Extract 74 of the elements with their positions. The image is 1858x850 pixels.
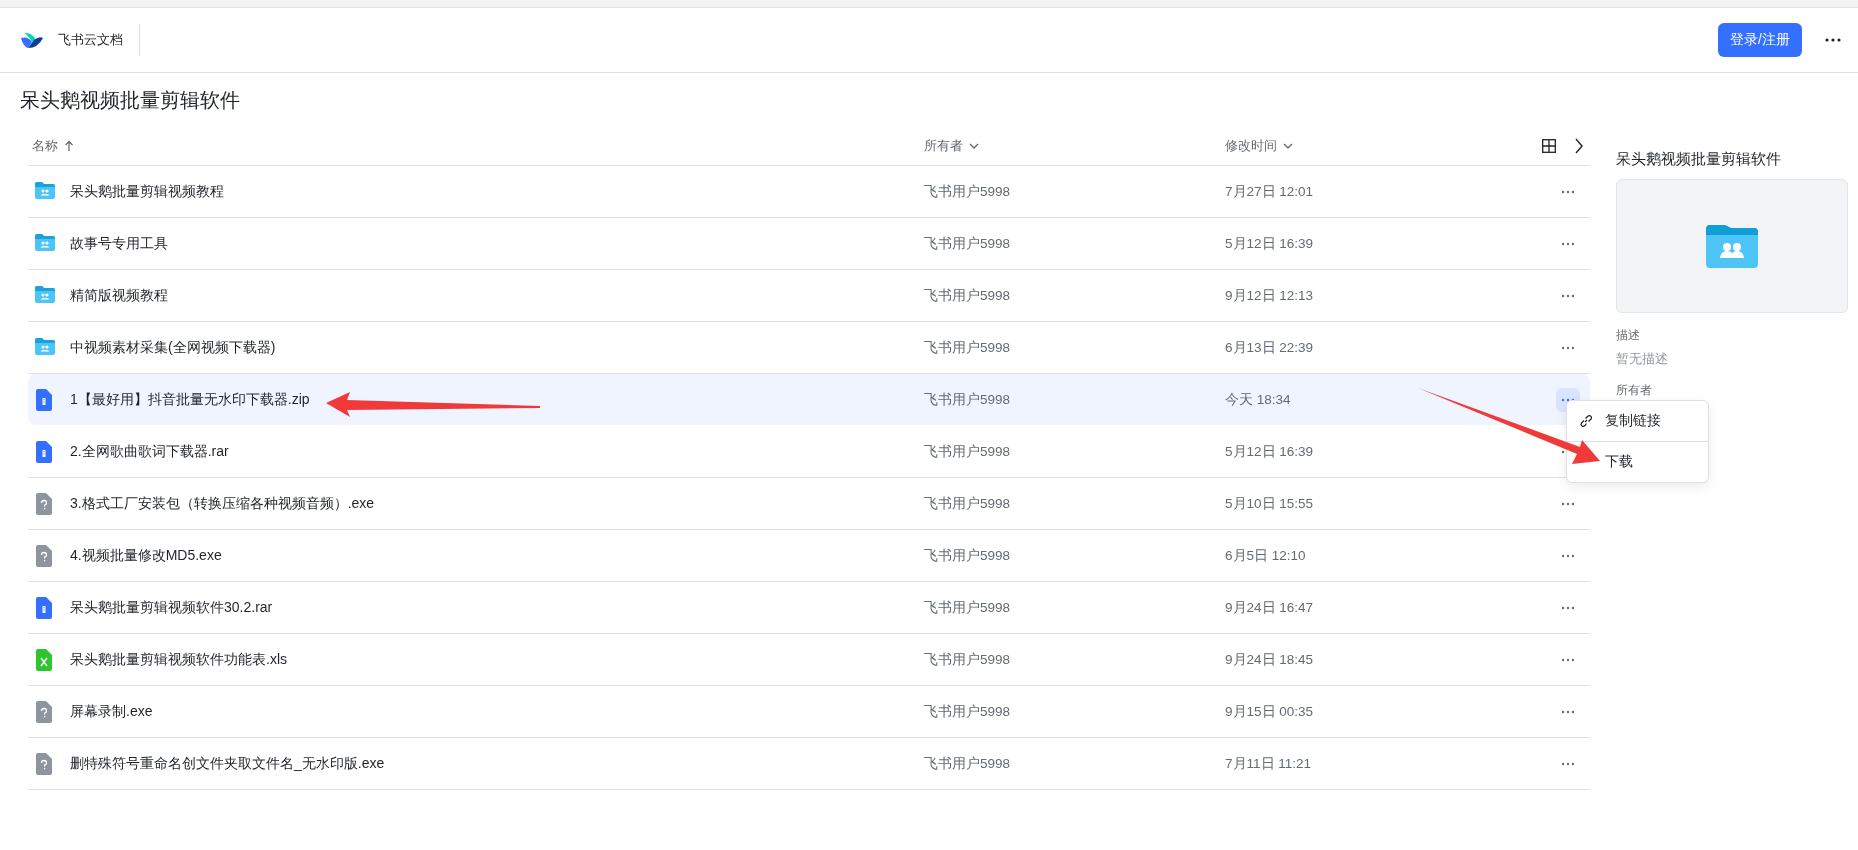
file-row[interactable]: 删特殊符号重命名创文件夹取文件名_无水印版.exe 飞书用户5998 7月11日 11:21 [28, 738, 1590, 790]
modified-cell: 7月11日 11:21 [1225, 754, 1312, 773]
more-icon [1561, 761, 1575, 766]
modified-cell: 9月24日 18:45 [1225, 650, 1314, 669]
file-name[interactable]: 屏幕录制.exe [70, 702, 153, 721]
file-name[interactable]: 精简版视频教程 [70, 286, 168, 305]
more-icon [1561, 189, 1575, 194]
file-name[interactable]: 故事号专用工具 [70, 234, 168, 253]
more-icon [1561, 293, 1575, 298]
modified-cell: 9月24日 16:47 [1225, 598, 1314, 617]
file-name[interactable]: 呆头鹅批量剪辑视频软件30.2.rar [70, 598, 273, 617]
file-name[interactable]: 呆头鹅批量剪辑视频软件功能表.xls [70, 650, 287, 669]
modified-cell: 5月10日 15:55 [1225, 494, 1314, 513]
owner-cell: 飞书用户5998 [924, 442, 1011, 461]
modified-cell: 9月15日 00:35 [1225, 702, 1314, 721]
owner-cell: 飞书用户5998 [924, 338, 1011, 357]
modified-cell: 9月12日 12:13 [1225, 286, 1314, 305]
file-name[interactable]: 中视频素材采集(全网视频下载器) [70, 338, 276, 357]
modified-cell: 6月13日 22:39 [1225, 338, 1314, 357]
file-row[interactable]: 呆头鹅批量剪辑视频软件功能表.xls 飞书用户5998 9月24日 18:45 [28, 634, 1590, 686]
owner-cell: 飞书用户5998 [924, 182, 1011, 201]
menu-item[interactable]: 复制链接 [1567, 401, 1708, 441]
owner-cell: 飞书用户5998 [924, 390, 1011, 409]
file-row[interactable]: 故事号专用工具 飞书用户5998 5月12日 16:39 [28, 218, 1590, 270]
owner-cell: 飞书用户5998 [924, 754, 1011, 773]
modified-cell: 5月12日 16:39 [1225, 442, 1314, 461]
modified-cell: 7月27日 12:01 [1225, 182, 1314, 201]
folder-icon [1705, 223, 1759, 269]
owner-cell: 飞书用户5998 [924, 234, 1011, 253]
file-name[interactable]: 1【最好用】抖音批量无水印下载器.zip [70, 390, 310, 409]
login-button[interactable]: 登录/注册 [1718, 23, 1802, 57]
modified-cell: 今天 18:34 [1225, 390, 1291, 409]
grid-view-icon[interactable] [1542, 138, 1556, 153]
modified-cell: 6月5日 12:10 [1225, 546, 1306, 565]
file-row[interactable]: 3.格式工厂安装包（转换压缩各种视频音频）.exe 飞书用户5998 5月10日 15:55 [28, 478, 1590, 530]
column-header[interactable]: 名称 [32, 136, 58, 155]
details-title: 呆头鹅视频批量剪辑软件 [1616, 149, 1782, 169]
link-icon [1579, 414, 1593, 428]
page-title: 呆头鹅视频批量剪辑软件 [20, 88, 241, 113]
file-name[interactable]: 删特殊符号重命名创文件夹取文件名_无水印版.exe [70, 754, 385, 773]
file-row[interactable]: 1【最好用】抖音批量无水印下载器.zip 飞书用户5998 今天 18:34 [28, 374, 1590, 426]
app-name: 飞书云文档 [58, 31, 123, 49]
file-row[interactable]: 呆头鹅批量剪辑视频教程 飞书用户5998 7月27日 12:01 [28, 166, 1590, 218]
file-row[interactable]: 屏幕录制.exe 飞书用户5998 9月15日 00:35 [28, 686, 1590, 738]
owner-cell: 飞书用户5998 [924, 286, 1011, 305]
file-name[interactable]: 2.全网歌曲歌词下载器.rar [70, 442, 229, 461]
column-header[interactable]: 所有者 [924, 136, 963, 155]
more-icon [1561, 241, 1575, 246]
more-icon [1561, 553, 1575, 558]
column-header[interactable]: 修改时间 [1225, 136, 1277, 155]
owner-cell: 飞书用户5998 [924, 598, 1011, 617]
owner-cell: 飞书用户5998 [924, 702, 1011, 721]
file-name[interactable]: 3.格式工厂安装包（转换压缩各种视频音频）.exe [70, 494, 375, 513]
more-icon [1561, 709, 1575, 714]
file-row[interactable]: 4.视频批量修改MD5.exe 飞书用户5998 6月5日 12:10 [28, 530, 1590, 582]
field-label: 描述 [1616, 327, 1641, 344]
owner-cell: 飞书用户5998 [924, 494, 1011, 513]
more-icon [1561, 397, 1575, 402]
modified-cell: 5月12日 16:39 [1225, 234, 1314, 253]
more-icon [1561, 501, 1575, 506]
file-row[interactable]: 精简版视频教程 飞书用户5998 9月12日 12:13 [28, 270, 1590, 322]
owner-cell: 飞书用户5998 [924, 650, 1011, 669]
field-label: 所有者 [1616, 382, 1653, 399]
chevron-right-icon[interactable] [1574, 137, 1584, 154]
file-row[interactable]: 呆头鹅批量剪辑视频软件30.2.rar 飞书用户5998 9月24日 16:47 [28, 582, 1590, 634]
more-icon [1561, 657, 1575, 662]
description-text: 暂无描述 [1616, 350, 1669, 368]
more-icon [1561, 345, 1575, 350]
owner-cell: 飞书用户5998 [924, 546, 1011, 565]
file-name[interactable]: 4.视频批量修改MD5.exe [70, 546, 222, 565]
file-name[interactable]: 呆头鹅批量剪辑视频教程 [70, 182, 224, 201]
more-icon [1561, 605, 1575, 610]
more-icon[interactable] [1824, 37, 1842, 43]
app-logo-icon [20, 30, 44, 50]
